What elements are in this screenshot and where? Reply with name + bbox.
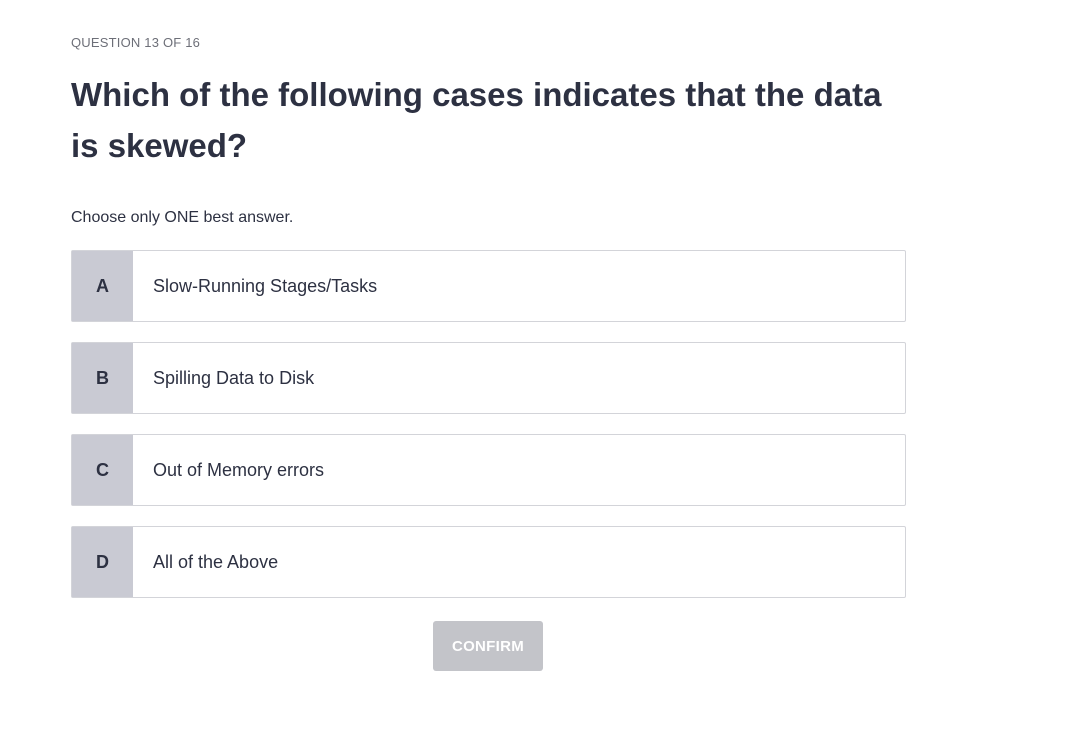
option-letter: C [72, 435, 133, 505]
option-c[interactable]: C Out of Memory errors [71, 434, 906, 506]
answer-instruction: Choose only ONE best answer. [71, 209, 294, 226]
option-b[interactable]: B Spilling Data to Disk [71, 342, 906, 414]
confirm-button[interactable]: CONFIRM [433, 621, 543, 671]
option-letter: B [72, 343, 133, 413]
question-title: Which of the following cases indicates t… [71, 76, 882, 164]
option-text: Slow-Running Stages/Tasks [153, 275, 378, 296]
option-letter: D [72, 527, 133, 597]
option-a[interactable]: A Slow-Running Stages/Tasks [71, 250, 906, 322]
option-text: All of the Above [153, 551, 279, 572]
question-progress: QUESTION 13 OF 16 [71, 35, 201, 50]
option-d[interactable]: D All of the Above [71, 526, 906, 598]
option-letter: A [72, 251, 133, 321]
quiz-container: QUESTION 13 OF 16 Which of the following… [71, 34, 906, 618]
option-text: Out of Memory errors [153, 459, 325, 480]
option-text: Spilling Data to Disk [153, 367, 315, 388]
confirm-area: CONFIRM [433, 621, 543, 671]
answer-options: A Slow-Running Stages/Tasks B Spilling D… [71, 250, 906, 598]
